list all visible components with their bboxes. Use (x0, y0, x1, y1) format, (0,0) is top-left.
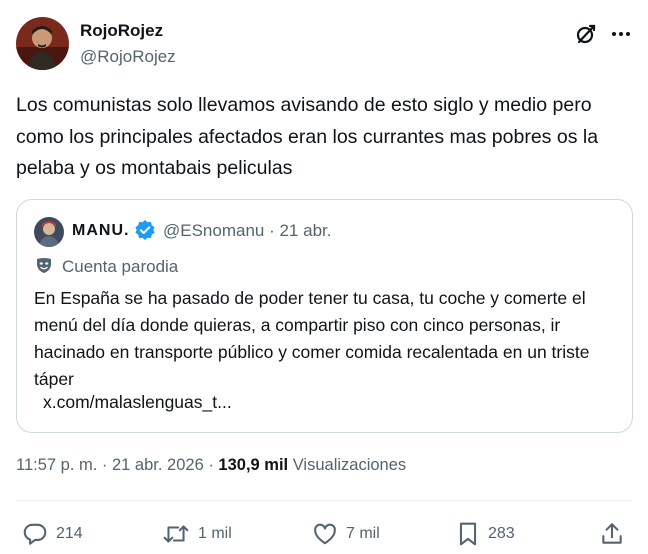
meta-separator: · (97, 456, 112, 474)
divider (16, 500, 632, 501)
quoted-author-name[interactable]: MANU. (72, 222, 129, 240)
quoted-tweet-text: En España se ha pasado de poder tener tu… (34, 288, 590, 389)
views-count: 130,9 mil (218, 456, 289, 474)
author-display-name[interactable]: RojoRojez (80, 21, 163, 41)
grok-icon[interactable] (571, 19, 601, 49)
reply-count: 214 (56, 525, 83, 542)
quoted-author-avatar[interactable] (34, 217, 64, 247)
parody-mask-icon (34, 255, 54, 280)
verified-badge-icon (134, 219, 156, 241)
reply-button[interactable]: 214 (22, 518, 83, 550)
repost-button[interactable]: 1 mil (162, 518, 232, 550)
tweet-header: RojoRojez @RojoRojez (16, 16, 632, 72)
quoted-tweet[interactable]: MANU. @ESnomanu · 21 abr. Cuenta parodia… (16, 199, 633, 433)
bookmark-button[interactable]: 283 (456, 518, 515, 550)
like-count: 7 mil (346, 525, 380, 542)
author-handle[interactable]: @RojoRojez (80, 47, 176, 67)
quoted-tweet-link[interactable]: x.com/malaslenguas_t... (43, 392, 232, 413)
repost-icon (162, 521, 190, 547)
quoted-handle-time[interactable]: @ESnomanu · 21 abr. (163, 221, 331, 241)
repost-count: 1 mil (198, 525, 232, 542)
parody-label-text: Cuenta parodia (62, 257, 179, 276)
like-button[interactable]: 7 mil (312, 518, 380, 550)
parody-account-label: Cuenta parodia (34, 255, 178, 279)
bookmark-icon (456, 521, 480, 547)
tweet-time[interactable]: 11:57 p. m. (16, 456, 97, 474)
heart-icon (312, 521, 338, 547)
views-label: Visualizaciones (288, 456, 407, 474)
tweet-meta: 11:57 p. m. · 21 abr. 2026 · 130,9 mil V… (16, 456, 406, 475)
meta-separator: · (203, 456, 219, 474)
tweet-text: Los comunistas solo llevamos avisando de… (16, 94, 599, 179)
tweet-date[interactable]: 21 abr. 2026 (112, 456, 204, 474)
author-avatar[interactable] (16, 17, 69, 70)
more-dots-icon[interactable] (606, 19, 636, 49)
share-icon (599, 521, 625, 547)
reply-icon (22, 521, 48, 547)
bookmark-count: 283 (488, 525, 515, 542)
share-button[interactable] (599, 518, 625, 550)
